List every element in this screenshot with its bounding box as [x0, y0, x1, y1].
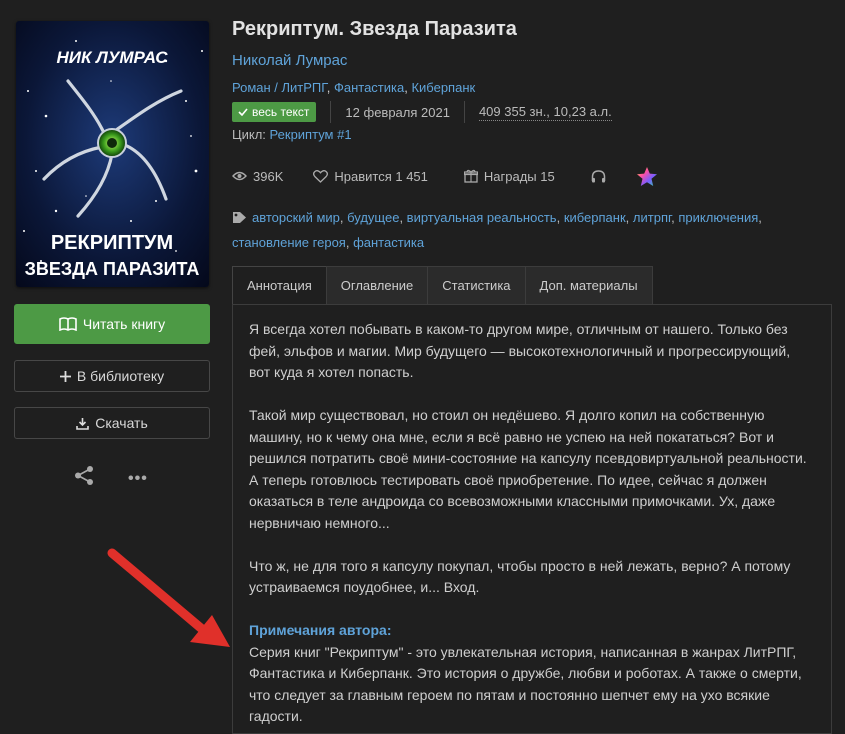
tab-extra-materials[interactable]: Доп. материалы [524, 266, 653, 304]
likes-count: Нравится 1 451 [334, 168, 428, 184]
tag-list: авторский мир, будущее, виртуальная реал… [232, 208, 762, 250]
author-link[interactable]: Николай Лумрас [232, 52, 347, 69]
meta-row: весь текст 12 февраля 2021 409 355 зн., … [232, 101, 612, 123]
cycle-label: Цикл: [232, 127, 266, 142]
tag-link[interactable]: литрпг [633, 210, 671, 225]
annotation-panel: Я всегда хотел побывать в каком-то друго… [232, 304, 832, 734]
views-count: 396K [253, 168, 284, 184]
red-arrow-annotation [98, 543, 233, 658]
read-book-label: Читать книгу [82, 316, 166, 332]
cover-title-line2: ЗВЕЗДА ПАРАЗИТА [25, 259, 200, 279]
text-size[interactable]: 409 355 зн., 10,23 а.л. [478, 104, 612, 121]
tag-link[interactable]: виртуальная реальность [407, 210, 557, 225]
heart-icon [313, 169, 329, 183]
awards-count: Награды 15 [483, 168, 555, 184]
eye-icon [232, 171, 247, 181]
tab-bar: Аннотация Оглавление Статистика Доп. мат… [232, 266, 653, 304]
author-notes-title: Примечания автора: [249, 622, 392, 638]
tab-statistics[interactable]: Статистика [427, 266, 526, 304]
tag-link[interactable]: авторский мир [252, 210, 340, 225]
divider [330, 101, 332, 123]
add-to-library-button[interactable]: В библиотеку [14, 360, 210, 392]
genre-link[interactable]: Фантастика [334, 80, 404, 95]
status-badge: весь текст [232, 102, 317, 122]
annotation-paragraph: Я всегда хотел побывать в каком-то друго… [249, 321, 791, 380]
divider [463, 101, 465, 123]
read-book-button[interactable]: Читать книгу [14, 304, 210, 344]
stats-row: 396K Нравится 1 451 Награды 15 [232, 164, 658, 188]
tag-link[interactable]: киберпанк [564, 210, 626, 225]
publish-date: 12 февраля 2021 [345, 104, 450, 120]
tab-contents[interactable]: Оглавление [325, 266, 429, 304]
tag-link[interactable]: становление героя [232, 235, 346, 250]
awards-stat[interactable]: Награды 15 [463, 168, 555, 184]
annotation-paragraph: Что ж, не для того я капсулу покупал, чт… [249, 557, 791, 596]
download-label: Скачать [95, 415, 148, 431]
more-options-icon[interactable]: ••• [128, 470, 148, 488]
check-icon [238, 105, 248, 119]
cover-author: НИК ЛУМРАС [56, 48, 168, 67]
author-notes-text: Серия книг "Рекриптум" - это увлекательн… [249, 643, 802, 725]
tag-icon [232, 208, 248, 231]
annotation-paragraph: Такой мир существовал, но стоил он недёш… [249, 407, 807, 531]
genre-list: Роман / ЛитРПГ, Фантастика, Киберпанк [232, 80, 476, 95]
download-button[interactable]: Скачать [14, 407, 210, 439]
tag-link[interactable]: будущее [347, 210, 399, 225]
cycle-link[interactable]: Рекриптум #1 [270, 127, 352, 142]
share-icon[interactable] [74, 465, 95, 491]
plus-icon [59, 370, 71, 382]
genre-link[interactable]: Киберпанк [411, 80, 475, 95]
likes-stat[interactable]: Нравится 1 451 [313, 169, 428, 184]
genre-link[interactable]: Роман / ЛитРПГ [232, 80, 327, 95]
cycle-info: Цикл: Рекриптум #1 [232, 127, 352, 142]
book-icon [59, 317, 77, 331]
download-icon [76, 417, 90, 430]
book-title: Рекриптум. Звезда Паразита [232, 18, 517, 40]
add-to-library-label: В библиотеку [76, 368, 165, 384]
headphones-icon[interactable] [591, 169, 606, 183]
book-cover[interactable]: НИК ЛУМРАС РЕКРИПТУМ ЗВЕЗДА ПАРАЗИТА [16, 21, 209, 287]
views-stat: 396K [232, 169, 283, 184]
gift-icon [463, 169, 478, 183]
status-badge-label: весь текст [252, 105, 310, 119]
cover-title-line1: РЕКРИПТУМ [51, 232, 173, 254]
tag-link[interactable]: фантастика [353, 235, 424, 250]
tab-annotation[interactable]: Аннотация [232, 266, 327, 304]
tag-link[interactable]: приключения [678, 210, 758, 225]
rainbow-star-icon[interactable] [636, 166, 658, 187]
